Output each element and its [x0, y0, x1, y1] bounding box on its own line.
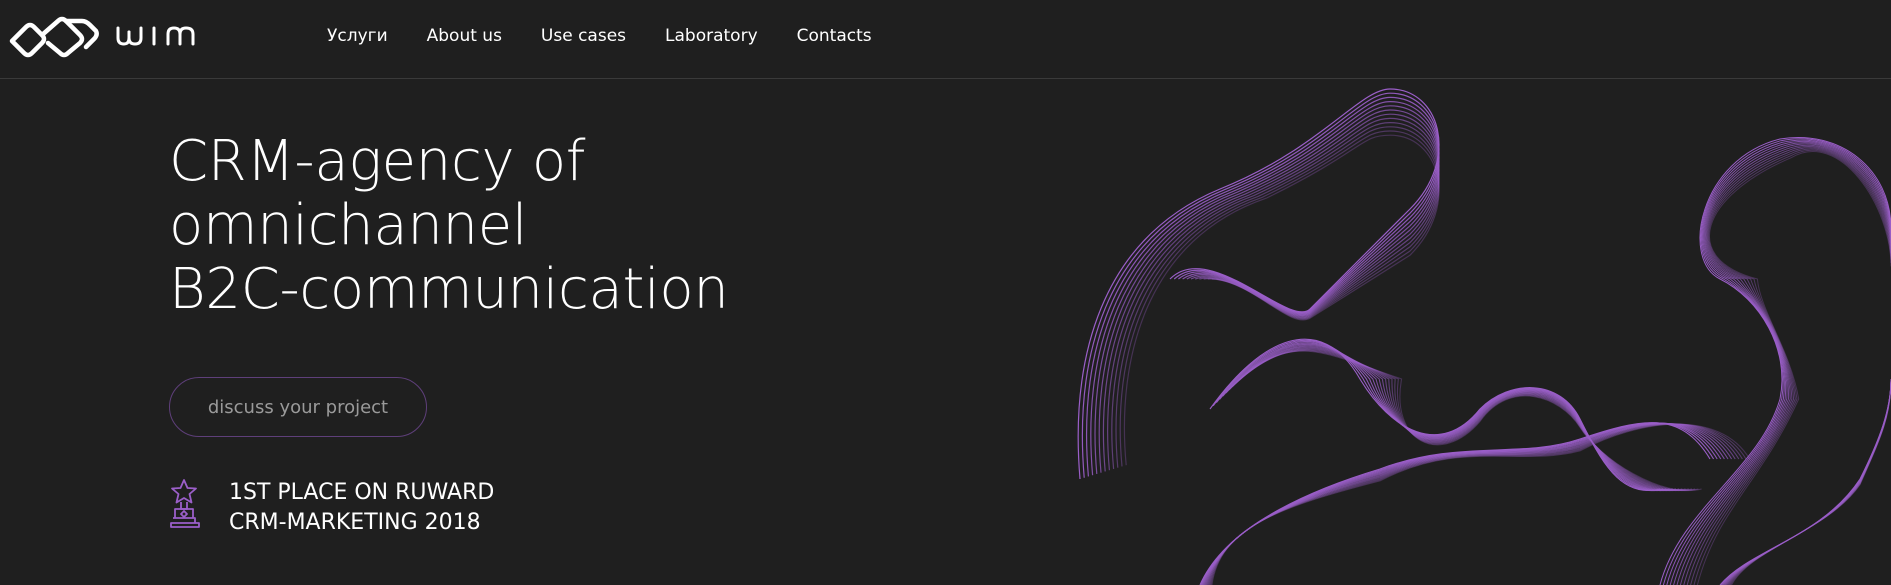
wave-line [1107, 117, 1440, 471]
wave-line [1098, 109, 1440, 473]
trophy-star-icon [170, 479, 200, 528]
nav-item-laboratory[interactable]: Laboratory [665, 24, 758, 48]
nav-item-use-cases[interactable]: Use cases [541, 24, 626, 48]
nav-item-contacts[interactable]: Contacts [797, 24, 872, 48]
wave-line [1693, 149, 1891, 585]
hero-title-line: B2C-communication [169, 257, 729, 322]
wave-line [1723, 378, 1891, 585]
wave-line [1201, 422, 1718, 585]
wave-line [1077, 88, 1440, 480]
wave-line [1662, 138, 1891, 585]
nav-item-services[interactable]: Услуги [327, 24, 388, 48]
wave-line [1090, 100, 1440, 476]
hero-title-line: CRM-agency of [169, 129, 586, 194]
hero-title-line: omnichannel [169, 193, 528, 258]
wave-line [1690, 148, 1891, 585]
wave-line [1727, 378, 1891, 585]
wave-line [1725, 378, 1891, 585]
wave-line [1199, 422, 1711, 585]
wave-line [1222, 343, 1673, 492]
award-line: 1ST PLACE ON RUWARD [229, 480, 495, 505]
page: Услуги About us Use cases Laboratory Con… [0, 0, 1891, 585]
wave-line [1219, 342, 1670, 492]
wave-line [1111, 121, 1440, 469]
award-block: 1ST PLACE ON RUWARD CRM-MARKETING 2018 [169, 478, 494, 538]
wave-line [1666, 139, 1891, 585]
wave-line [1081, 92, 1440, 478]
logo-wordmark [116, 26, 195, 46]
wave-line [1728, 378, 1891, 585]
wave-line [1212, 339, 1664, 492]
logo-mark-icon [9, 16, 99, 58]
wave-line [1731, 378, 1891, 585]
hero-title: CRM-agency of omnichannel B2C-communicat… [169, 130, 729, 322]
nav-item-about-us[interactable]: About us [427, 24, 502, 48]
wave-line [1203, 422, 1725, 585]
wave-line [1202, 422, 1722, 585]
wave-line [1215, 340, 1667, 492]
wave-line [1209, 338, 1661, 492]
award-line: CRM-MARKETING 2018 [229, 510, 481, 535]
logo-link[interactable] [8, 12, 208, 60]
wave-line [1204, 422, 1729, 585]
wave-lines-illustration [1077, 88, 1891, 585]
wave-line [1205, 423, 1733, 585]
site-header: Услуги About us Use cases Laboratory Con… [0, 0, 1891, 79]
main-nav: Услуги About us Use cases Laboratory Con… [327, 24, 911, 48]
wave-line [1659, 137, 1891, 585]
wave-line [1729, 378, 1891, 585]
wave-line [1696, 151, 1891, 585]
wave-line [1207, 423, 1736, 585]
award-text: 1ST PLACE ON RUWARD CRM-MARKETING 2018 [229, 478, 494, 538]
wave-line [1200, 422, 1715, 585]
wave-line [1094, 105, 1440, 475]
wave-line [1086, 96, 1440, 477]
discuss-project-button[interactable]: discuss your project [169, 377, 427, 437]
